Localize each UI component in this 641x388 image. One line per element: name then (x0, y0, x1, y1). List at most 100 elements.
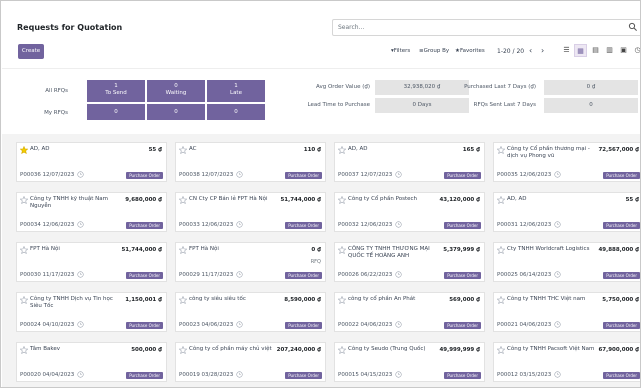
kanban-card[interactable]: CÔNG TY TNHH THƯƠNG MẠI QUỐC TẾ HOÀNG AN… (334, 242, 485, 282)
clock-icon[interactable] (395, 221, 402, 228)
star-outline-icon[interactable] (20, 346, 28, 354)
clock-icon[interactable] (236, 371, 243, 378)
star-outline-icon[interactable] (179, 346, 187, 354)
stat-rfqs-sent-value: 0 (544, 98, 638, 113)
star-outline-icon[interactable] (497, 196, 505, 204)
clock-icon[interactable] (77, 221, 84, 228)
dashboard-my-waiting[interactable]: 0 (147, 104, 205, 120)
kanban-card[interactable]: Công ty Cổ phần thương mại - dịch vụ Pho… (493, 142, 640, 182)
dashboard-my-late[interactable]: 0 (207, 104, 265, 120)
search-placeholder: Search... (338, 24, 365, 31)
card-vendor: FPT Hà Nội (30, 246, 60, 252)
clock-icon[interactable] (236, 321, 243, 328)
status-badge: Purchase Order (285, 322, 322, 329)
star-filled-icon[interactable] (20, 146, 28, 154)
kanban-card[interactable]: Công ty cổ phần máy chủ việt 207,240,000 … (175, 342, 326, 382)
star-outline-icon[interactable] (338, 196, 346, 204)
star-outline-icon[interactable] (179, 196, 187, 204)
star-outline-icon[interactable] (338, 246, 346, 254)
clock-icon[interactable] (77, 271, 84, 278)
clock-icon[interactable] (395, 271, 402, 278)
clock-icon[interactable] (395, 321, 402, 328)
star-outline-icon[interactable] (179, 246, 187, 254)
star-outline-icon[interactable] (497, 296, 505, 304)
dashboard-late[interactable]: 1 Late (207, 80, 265, 102)
filters-button[interactable]: ▾Filters (391, 48, 410, 54)
kanban-card[interactable]: Công ty Seudo (Trung Quốc) 49,999,999 ₫ P0… (334, 342, 485, 382)
clock-icon[interactable] (395, 171, 402, 178)
create-button[interactable]: Create (18, 44, 44, 59)
star-outline-icon[interactable] (338, 346, 346, 354)
favorites-button[interactable]: ★Favorites (455, 48, 485, 54)
kanban-card[interactable]: CN Cty CP Bán lẻ FPT Hà Nội 51,744,000 ₫ P… (175, 192, 326, 232)
clock-icon[interactable] (554, 221, 561, 228)
dashboard-my-to-send[interactable]: 0 (87, 104, 145, 120)
prev-page-icon[interactable]: ‹ (529, 46, 532, 55)
search-icon[interactable] (628, 22, 638, 32)
kanban-card[interactable]: Tâm Bakev 500,000 ₫ P00020 04/04/2023 Purch… (16, 342, 167, 382)
clock-icon[interactable] (77, 321, 84, 328)
kanban-card[interactable]: AD, AD 165 ₫ P00037 12/07/2023 Purchase Ord… (334, 142, 485, 182)
star-outline-icon[interactable] (20, 246, 28, 254)
clock-icon[interactable] (236, 271, 243, 278)
clock-icon[interactable] (395, 371, 402, 378)
kanban-card[interactable]: FPT Hà Nội 51,744,000 ₫ P00030 11/17/2023 P… (16, 242, 167, 282)
star-outline-icon[interactable] (20, 196, 28, 204)
status-badge: Purchase Order (285, 272, 322, 279)
kanban-card[interactable]: Công ty TNHH kỹ thuật Nam Nguyễn 9,680,00… (16, 192, 167, 232)
clock-icon[interactable] (236, 221, 243, 228)
card-vendor: Tâm Bakev (30, 346, 60, 352)
star-outline-icon[interactable] (497, 246, 505, 254)
star-outline-icon[interactable] (179, 146, 187, 154)
groupby-button[interactable]: ≡Group By (419, 48, 449, 54)
status-badge: Purchase Order (603, 272, 640, 279)
pager-value[interactable]: 1-20 / 20 (497, 48, 524, 55)
kanban-card[interactable]: công ty siêu siêu tốc 8,590,000 ₫ P00023 0… (175, 292, 326, 332)
kanban-card[interactable]: Công ty TNHH Dịch vụ Tin học Siêu Tốc 1,1… (16, 292, 167, 332)
star-outline-icon[interactable] (20, 296, 28, 304)
star-outline-icon[interactable] (338, 296, 346, 304)
card-vendor: Công ty TNHH kỹ thuật Nam Nguyễn (30, 196, 109, 210)
status-badge: Purchase Order (285, 222, 322, 229)
star-outline-icon[interactable] (179, 296, 187, 304)
clock-icon[interactable] (554, 171, 561, 178)
status-badge: Purchase Order (603, 172, 640, 179)
card-vendor: CÔNG TY TNHH THƯƠNG MẠI QUỐC TẾ HOÀNG AN… (348, 246, 430, 260)
card-vendor: công ty siêu siêu tốc (189, 296, 246, 302)
card-reference: P00023 04/06/2023 (179, 322, 234, 328)
clock-icon[interactable] (554, 271, 561, 278)
star-outline-icon[interactable] (497, 146, 505, 154)
clock-icon[interactable] (554, 321, 561, 328)
graph-view-icon[interactable]: ▥ (603, 44, 616, 57)
activity-view-icon[interactable]: ◷ (631, 44, 640, 57)
next-page-icon[interactable]: › (541, 46, 544, 55)
card-vendor: Công ty cổ phần máy chủ việt (189, 346, 272, 352)
kanban-view-icon[interactable]: ▦ (574, 44, 587, 57)
kanban-card[interactable]: AD, AD 55 ₫ P00036 12/07/2023 Purchase Orde… (16, 142, 167, 182)
kanban-card[interactable]: công ty cổ phần An Phát 569,000 ₫ P00022 0… (334, 292, 485, 332)
kanban-card[interactable]: FPT Hà Nội 0 ₫ RFQ P00029 11/17/2023 Purchas… (175, 242, 326, 282)
dashboard-waiting[interactable]: 0 Waiting (147, 80, 205, 102)
card-reference: P00019 03/28/2023 (179, 372, 234, 378)
status-badge: Purchase Order (444, 272, 481, 279)
clock-icon[interactable] (236, 171, 243, 178)
kanban-card[interactable]: AD, AD 55 ₫ P00031 12/06/2023 Purchase Orde… (493, 192, 640, 232)
kanban-card[interactable]: Công ty TNHH THC Việt nam 5,750,000 ₫ P000… (493, 292, 640, 332)
kanban-card[interactable]: Cty TNHH Worldcraft Logistics 49,888,000 … (493, 242, 640, 282)
list-view-icon[interactable]: ☰ (560, 44, 573, 57)
clock-icon[interactable] (77, 371, 84, 378)
star-outline-icon[interactable] (497, 346, 505, 354)
kanban-card[interactable]: Công ty TNHH Pacsoft Việt Nam 67,900,000 … (493, 342, 640, 382)
card-amount: 1,150,001 ₫ (125, 297, 162, 303)
pivot-view-icon[interactable]: ▤ (589, 44, 602, 57)
card-amount: 51,744,000 ₫ (280, 197, 321, 203)
kanban-card[interactable]: Công ty Cổ phần Postech 43,120,000 ₫ P0003… (334, 192, 485, 232)
kanban-card[interactable]: AC 110 ₫ P00038 12/07/2023 Purchase Order (175, 142, 326, 182)
search-input[interactable]: Search... (332, 19, 640, 36)
clock-icon[interactable] (77, 171, 84, 178)
dashboard-to-send[interactable]: 1 To Send (87, 80, 145, 102)
calendar-view-icon[interactable]: ▣ (617, 44, 630, 57)
clock-icon[interactable] (554, 371, 561, 378)
star-outline-icon[interactable] (338, 146, 346, 154)
status-badge: Purchase Order (444, 172, 481, 179)
